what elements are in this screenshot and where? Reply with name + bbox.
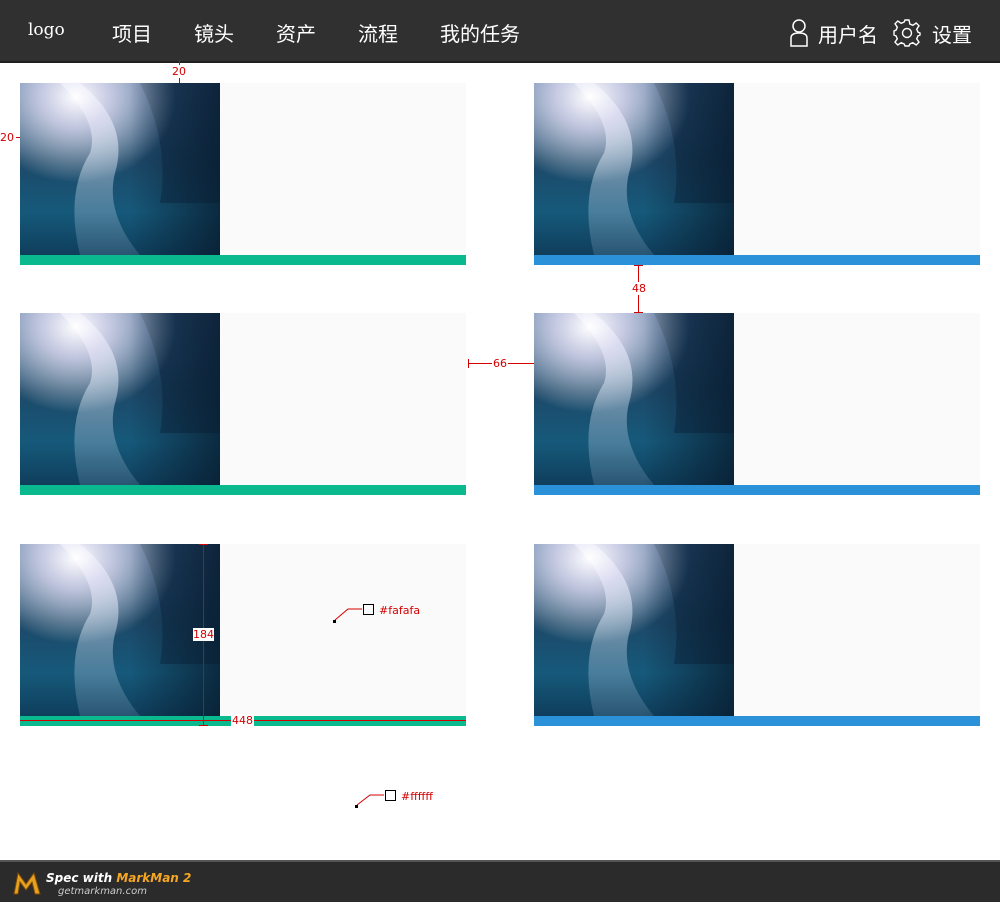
nav-item-assets[interactable]: 资产: [276, 18, 316, 47]
card-3[interactable]: [20, 313, 466, 495]
user-name-label: 用户名: [818, 22, 878, 47]
spec-col-gap-cap-left: [468, 359, 469, 368]
card-5[interactable]: [20, 544, 466, 726]
underwater-image: [534, 544, 734, 716]
spec-card-height-cap-bottom: [199, 725, 208, 726]
nav-item-projects[interactable]: 项目: [112, 18, 152, 47]
underwater-image: [20, 83, 220, 255]
spec-left-gap-line: [16, 137, 20, 138]
card-4[interactable]: [534, 313, 980, 495]
underwater-image: [20, 544, 220, 716]
underwater-image: [534, 83, 734, 255]
card-1[interactable]: [20, 83, 466, 265]
card-accent-bar: [20, 255, 466, 265]
logo[interactable]: logo: [28, 20, 65, 40]
spec-color-swatch-card: [363, 604, 374, 615]
header-tools: 用户名 设置: [776, 18, 972, 48]
settings-label: 设置: [932, 22, 972, 47]
spec-row-gap-cap-bottom: [634, 312, 643, 313]
spec-card-height-label: 184: [193, 628, 214, 641]
footer-site-link[interactable]: getmarkman.com: [58, 886, 147, 897]
footer-brand: MarkMan 2: [116, 871, 192, 885]
settings-button[interactable]: 设置: [892, 18, 972, 48]
card-accent-bar: [534, 255, 980, 265]
card-accent-bar: [534, 716, 980, 726]
spec-col-gap-label: 66: [492, 357, 508, 370]
card-thumbnail[interactable]: [534, 83, 734, 255]
spec-card-width-label: 448: [231, 714, 254, 727]
user-menu[interactable]: 用户名: [790, 19, 878, 48]
spec-top-gap-label: 20: [172, 65, 186, 78]
card-accent-bar: [20, 485, 466, 495]
underwater-image: [534, 313, 734, 485]
card-thumbnail[interactable]: [20, 313, 220, 485]
card-thumbnail[interactable]: [534, 544, 734, 716]
markman-footer: Spec with MarkMan 2 getmarkman.com: [0, 860, 1000, 902]
card-thumbnail[interactable]: [20, 544, 220, 716]
spec-color-label-page: #ffffff: [401, 790, 433, 803]
nav-item-my-tasks[interactable]: 我的任务: [440, 18, 520, 47]
spec-color-label-card: #fafafa: [379, 604, 421, 617]
spec-row-gap-label: 48: [631, 282, 647, 295]
footer-spec-text[interactable]: Spec with MarkMan 2: [46, 871, 191, 885]
spec-card-height-cap-top: [199, 544, 208, 545]
gear-icon: [893, 19, 921, 47]
card-accent-bar: [534, 485, 980, 495]
spec-color-arrow-page: [356, 794, 384, 806]
spec-color-arrow-card: [334, 608, 362, 621]
underwater-image: [20, 313, 220, 485]
footer-spec-prefix: Spec with: [46, 871, 117, 885]
markman-logo-icon: [13, 871, 41, 895]
nav-item-shots[interactable]: 镜头: [194, 18, 234, 47]
nav-item-pipeline[interactable]: 流程: [358, 18, 398, 47]
spec-row-gap-cap-top: [634, 265, 643, 266]
card-thumbnail[interactable]: [534, 313, 734, 485]
spec-left-gap-label: 20: [0, 131, 14, 144]
card-6[interactable]: [534, 544, 980, 726]
main-nav: 项目 镜头 资产 流程 我的任务: [112, 18, 562, 47]
spec-color-swatch-page: [385, 790, 396, 801]
card-thumbnail[interactable]: [20, 83, 220, 255]
card-2[interactable]: [534, 83, 980, 265]
top-nav-bar: logo 项目 镜头 资产 流程 我的任务 用户名 设置: [0, 0, 1000, 63]
user-icon: [790, 19, 808, 47]
